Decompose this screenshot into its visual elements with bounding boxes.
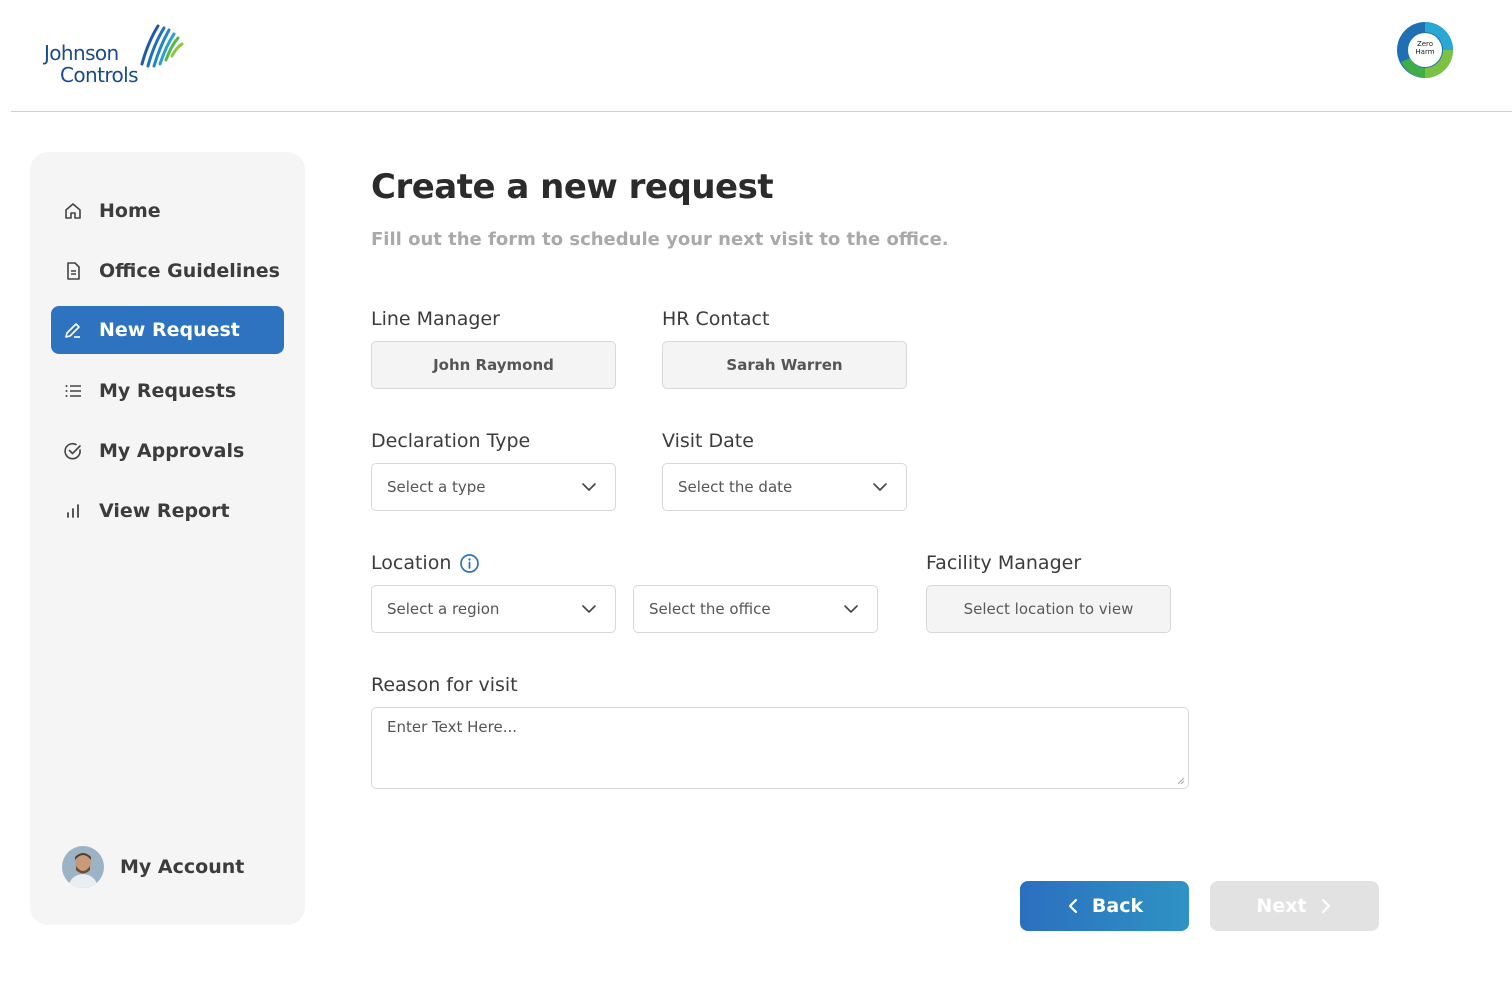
- chevron-down-icon: [582, 483, 596, 491]
- visit-date-label: Visit Date: [662, 430, 754, 452]
- sidebar-item-label: Home: [99, 200, 161, 222]
- logo-wordmark: Johnson Controls: [44, 41, 139, 87]
- next-button-label: Next: [1256, 895, 1307, 917]
- declaration-type-value: Select a type: [387, 478, 486, 496]
- document-icon: [63, 261, 83, 281]
- app-header: Johnson Controls Zero Harm: [0, 0, 1512, 112]
- badge-text: Zero Harm: [1395, 40, 1455, 56]
- my-account[interactable]: My Account: [62, 846, 244, 888]
- resize-handle-icon[interactable]: [1177, 777, 1185, 785]
- badge-line-1: Zero: [1416, 40, 1434, 48]
- page-title: Create a new request: [371, 167, 774, 207]
- header-divider: [11, 111, 1512, 112]
- logo-line-2: Controls: [60, 63, 139, 87]
- back-button-label: Back: [1091, 895, 1144, 917]
- check-circle-icon: [63, 441, 83, 461]
- sidebar-item-label: My Approvals: [99, 440, 245, 462]
- sidebar-item-label: View Report: [99, 500, 230, 522]
- bar-chart-icon: [63, 501, 83, 521]
- badge-line-2: Harm: [1415, 48, 1435, 56]
- visit-date-select[interactable]: Select the date: [662, 463, 907, 511]
- sidebar-item-label: New Request: [99, 319, 240, 341]
- next-button[interactable]: Next: [1210, 881, 1379, 931]
- hr-contact-label: HR Contact: [662, 308, 770, 330]
- sidebar-item-office-guidelines[interactable]: Office Guidelines: [51, 247, 284, 295]
- chevron-right-icon: [1317, 898, 1333, 914]
- hr-contact-value: Sarah Warren: [726, 356, 843, 374]
- facility-manager-label: Facility Manager: [926, 552, 1082, 574]
- chevron-down-icon: [582, 605, 596, 613]
- sidebar-item-my-approvals[interactable]: My Approvals: [51, 427, 284, 475]
- region-value: Select a region: [387, 600, 500, 618]
- logo-line-1: Johnson: [44, 41, 119, 65]
- info-icon[interactable]: [459, 553, 480, 574]
- chevron-down-icon: [844, 605, 858, 613]
- declaration-type-label: Declaration Type: [371, 430, 531, 452]
- hr-contact-field: Sarah Warren: [662, 341, 907, 389]
- visit-date-value: Select the date: [678, 478, 793, 496]
- facility-manager-value: Select location to view: [963, 600, 1134, 618]
- location-label: Location: [371, 552, 452, 574]
- avatar: [62, 846, 104, 888]
- office-value: Select the office: [649, 600, 771, 618]
- pencil-icon: [63, 320, 83, 340]
- region-select[interactable]: Select a region: [371, 585, 616, 633]
- home-icon: [63, 201, 83, 221]
- sidebar-item-new-request[interactable]: New Request: [51, 306, 284, 354]
- reason-textarea[interactable]: Enter Text Here...: [371, 707, 1189, 789]
- facility-manager-field: Select location to view: [926, 585, 1171, 633]
- logo-mark-icon: [140, 24, 184, 68]
- zero-harm-badge: Zero Harm: [1395, 20, 1455, 80]
- list-icon: [63, 381, 83, 401]
- sidebar: Home Office Guidelines New Request My Re…: [30, 152, 305, 925]
- sidebar-item-view-report[interactable]: View Report: [51, 487, 284, 535]
- my-account-label: My Account: [120, 856, 245, 878]
- chevron-left-icon: [1066, 898, 1082, 914]
- reason-placeholder: Enter Text Here...: [387, 718, 518, 736]
- reason-label: Reason for visit: [371, 674, 518, 696]
- sidebar-item-my-requests[interactable]: My Requests: [51, 367, 284, 415]
- line-manager-value: John Raymond: [433, 356, 554, 374]
- chevron-down-icon: [873, 483, 887, 491]
- johnson-controls-logo[interactable]: Johnson Controls: [44, 22, 194, 88]
- sidebar-item-label: Office Guidelines: [99, 260, 280, 282]
- page-subtitle: Fill out the form to schedule your next …: [371, 229, 949, 250]
- declaration-type-select[interactable]: Select a type: [371, 463, 616, 511]
- back-button[interactable]: Back: [1020, 881, 1189, 931]
- sidebar-item-label: My Requests: [99, 380, 237, 402]
- line-manager-field: John Raymond: [371, 341, 616, 389]
- office-select[interactable]: Select the office: [633, 585, 878, 633]
- line-manager-label: Line Manager: [371, 308, 500, 330]
- sidebar-item-home[interactable]: Home: [51, 187, 284, 235]
